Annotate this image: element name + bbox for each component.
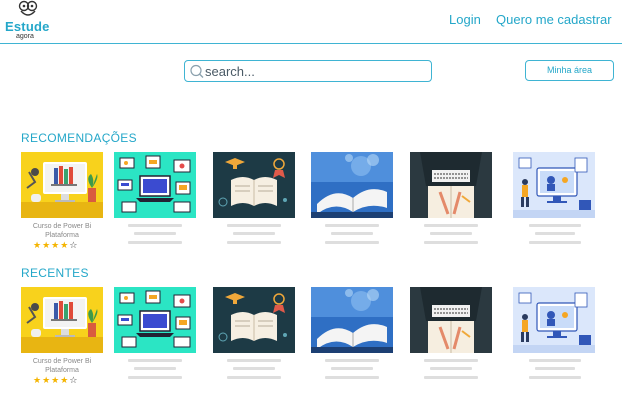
rating-stars: ★★★★☆ (33, 240, 93, 251)
course-title: Curso de Power Bi Plataforma (32, 223, 92, 239)
star-filled-icon: ★ (60, 375, 70, 385)
title-placeholder (529, 359, 581, 362)
course-card[interactable] (213, 152, 295, 262)
rating-placeholder (529, 376, 581, 379)
course-card[interactable] (410, 152, 492, 262)
logo-title: Estude (5, 19, 50, 34)
star-filled-icon: ★ (51, 375, 61, 385)
title-placeholder (430, 232, 472, 235)
course-card[interactable] (410, 287, 492, 397)
title-placeholder (535, 367, 575, 370)
title-placeholder (529, 224, 581, 227)
star-filled-icon: ★ (33, 375, 43, 385)
rating-placeholder (424, 376, 478, 379)
title-placeholder (325, 359, 379, 362)
rating-placeholder (424, 241, 478, 244)
header: Estude agora Login Quero me cadastrar (0, 0, 622, 44)
laptop-book-illustration (410, 152, 492, 218)
power-bi-illustration (21, 152, 103, 218)
title-placeholder (227, 359, 281, 362)
digital-book-illustration (311, 152, 393, 218)
online-learning-illustration (114, 287, 196, 353)
star-filled-icon: ★ (42, 375, 52, 385)
course-card[interactable]: Curso de Power Bi Plataforma ★★★★☆ (21, 287, 103, 397)
rating-placeholder (325, 376, 379, 379)
rating-stars: ★★★★☆ (33, 375, 93, 386)
title-placeholder (134, 367, 176, 370)
recent-row: Curso de Power Bi Plataforma ★★★★☆ (0, 287, 622, 397)
course-card[interactable] (311, 287, 393, 397)
logo[interactable]: Estude agora (3, 0, 53, 44)
title-placeholder (233, 232, 275, 235)
search-box[interactable] (184, 60, 432, 82)
course-card[interactable]: Curso de Power Bi Plataforma ★★★★☆ (21, 152, 103, 262)
signup-link[interactable]: Quero me cadastrar (496, 12, 612, 27)
rating-placeholder (128, 241, 182, 244)
title-placeholder (331, 367, 373, 370)
graduation-book-illustration (213, 152, 295, 218)
title-placeholder (424, 224, 478, 227)
title-placeholder (424, 359, 478, 362)
course-card[interactable] (213, 287, 295, 397)
star-empty-icon: ☆ (69, 375, 79, 385)
search-icon (190, 64, 204, 78)
title-placeholder (128, 224, 182, 227)
course-card[interactable] (311, 152, 393, 262)
graduation-book-illustration (213, 287, 295, 353)
my-area-button[interactable]: Minha área (525, 60, 614, 81)
title-placeholder (233, 367, 275, 370)
recommendations-row: Curso de Power Bi Plataforma ★★★★☆ (0, 152, 622, 262)
course-title: Curso de Power Bi Plataforma (32, 358, 92, 374)
section-title-recommendations: RECOMENDAÇÕES (21, 131, 137, 145)
title-placeholder (535, 232, 575, 235)
owl-logo-icon (18, 0, 38, 16)
section-title-recent: RECENTES (21, 266, 89, 280)
star-filled-icon: ★ (42, 240, 52, 250)
title-placeholder (227, 224, 281, 227)
rating-placeholder (227, 241, 281, 244)
title-placeholder (128, 359, 182, 362)
title-placeholder (134, 232, 176, 235)
course-card[interactable] (513, 287, 595, 397)
rating-placeholder (227, 376, 281, 379)
star-empty-icon: ☆ (69, 240, 79, 250)
video-class-illustration (513, 152, 595, 218)
star-filled-icon: ★ (60, 240, 70, 250)
rating-placeholder (325, 241, 379, 244)
digital-book-illustration (311, 287, 393, 353)
laptop-book-illustration (410, 287, 492, 353)
star-filled-icon: ★ (33, 240, 43, 250)
rating-placeholder (529, 241, 581, 244)
logo-subtitle: agora (16, 33, 34, 40)
course-card[interactable] (114, 287, 196, 397)
search-input[interactable] (205, 62, 425, 80)
title-placeholder (331, 232, 373, 235)
course-card[interactable] (513, 152, 595, 262)
star-filled-icon: ★ (51, 240, 61, 250)
rating-placeholder (128, 376, 182, 379)
online-learning-illustration (114, 152, 196, 218)
course-card[interactable] (114, 152, 196, 262)
video-class-illustration (513, 287, 595, 353)
login-link[interactable]: Login (449, 12, 481, 27)
power-bi-illustration (21, 287, 103, 353)
title-placeholder (325, 224, 379, 227)
title-placeholder (430, 367, 472, 370)
